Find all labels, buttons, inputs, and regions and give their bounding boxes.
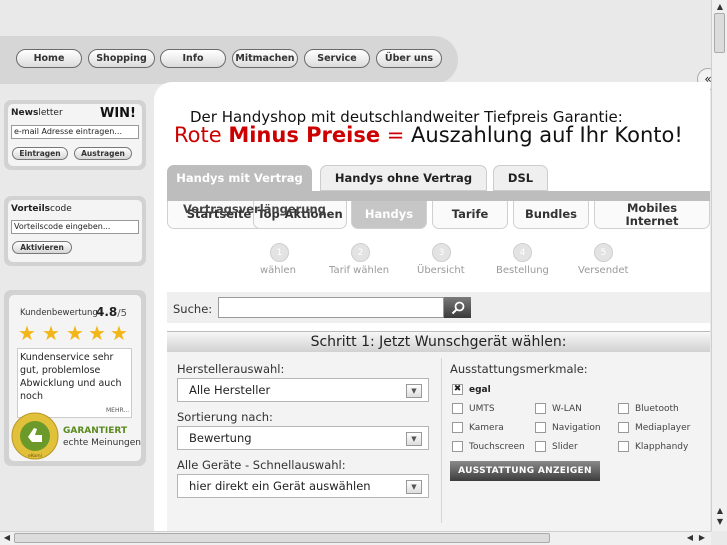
- star-icon: ★: [88, 321, 106, 345]
- star-icon: ★: [42, 321, 60, 345]
- step-2-label: Tarif wählen: [329, 265, 390, 276]
- step-3-label: Übersicht: [417, 265, 465, 276]
- step-1-circle: 1: [270, 243, 289, 262]
- search-label: Suche:: [173, 302, 213, 316]
- review-text: Kundenservice sehr gut, problemlose Abwi…: [20, 352, 122, 402]
- voucher-title: Vorteilscode: [11, 204, 72, 214]
- sort-select[interactable]: Bewertung ▼: [177, 426, 429, 450]
- horizontal-scrollbar[interactable]: ◀ ◀ ▶: [0, 531, 711, 545]
- feature-bluetooth-checkbox[interactable]: [618, 403, 629, 414]
- feature-kamera-checkbox[interactable]: [452, 422, 463, 433]
- rating-score: 4.8/5: [96, 305, 127, 319]
- quick-select-label: Alle Geräte - Schnellauswahl:: [177, 458, 346, 472]
- features-label: Ausstattungsmerkmale:: [450, 362, 588, 376]
- headline-promo: Rote Minus Preise = Auszahlung auf Ihr K…: [174, 123, 683, 147]
- feature-navigation-label: Navigation: [552, 423, 601, 433]
- sort-label: Sortierung nach:: [177, 410, 273, 424]
- tab-handys-mit-vertrag[interactable]: Handys mit Vertrag: [167, 165, 312, 191]
- chevron-down-icon: ▼: [406, 480, 422, 494]
- quick-select-value: hier direkt ein Gerät auswählen: [189, 479, 371, 493]
- feature-egal-checkbox[interactable]: ✖: [452, 384, 463, 395]
- ekomi-seal-icon: eKomi: [11, 412, 59, 460]
- manufacturer-label: Herstellerauswahl:: [177, 362, 285, 376]
- feature-klapphandy-checkbox[interactable]: [618, 441, 629, 452]
- star-icon: ★: [66, 321, 84, 345]
- newsletter-email-input[interactable]: e-mail Adresse eintragen...: [11, 125, 139, 139]
- svg-text:eKomi: eKomi: [28, 453, 42, 459]
- feature-egal-label: egal: [469, 385, 491, 395]
- step-title: Schritt 1: Jetzt Wunschgerät wählen:: [167, 331, 710, 353]
- subtab-handys[interactable]: Handys: [351, 201, 427, 229]
- tab-handys-ohne-vertrag[interactable]: Handys ohne Vertrag: [320, 165, 487, 191]
- vertical-scrollbar[interactable]: ▲ ▲ ▼: [711, 0, 727, 531]
- step-3-circle: 3: [432, 243, 451, 262]
- feature-touchscreen-label: Touchscreen: [469, 442, 525, 452]
- step-2-circle: 2: [351, 243, 370, 262]
- step-5-label: Versendet: [578, 265, 629, 276]
- voucher-activate-button[interactable]: Aktivieren: [12, 241, 72, 254]
- step-1-label: wählen: [260, 265, 296, 276]
- search-icon: [451, 301, 464, 314]
- star-icon: ★: [18, 321, 36, 345]
- feature-wlan-checkbox[interactable]: [535, 403, 546, 414]
- vertical-scroll-thumb[interactable]: [714, 13, 725, 53]
- feature-slider-checkbox[interactable]: [535, 441, 546, 452]
- manufacturer-select[interactable]: Alle Hersteller ▼: [177, 378, 429, 402]
- newsletter-subscribe-button[interactable]: Eintragen: [12, 147, 68, 160]
- real-opinions-text: echte Meinungen: [63, 438, 141, 448]
- nav-shopping-button[interactable]: Shopping: [88, 49, 155, 68]
- review-more-link[interactable]: MEHR...: [106, 407, 129, 414]
- scroll-up-icon[interactable]: ▲: [715, 506, 725, 516]
- voucher-code-input[interactable]: Vorteilscode eingeben...: [11, 220, 139, 234]
- feature-umts-checkbox[interactable]: [452, 403, 463, 414]
- search-input[interactable]: [218, 297, 444, 318]
- feature-mediaplayer-label: Mediaplayer: [635, 423, 691, 433]
- star-icon: ★: [110, 321, 128, 345]
- newsletter-box: Newsletter WIN! e-mail Adresse eintragen…: [4, 100, 146, 170]
- tab-bar: [167, 191, 710, 201]
- chevron-down-icon: ▼: [406, 384, 422, 398]
- scroll-down-icon[interactable]: ▼: [715, 517, 725, 527]
- subtab-vertragsverlaengerung[interactable]: Vertragsverlängerung: [183, 202, 326, 216]
- feature-umts-label: UMTS: [469, 404, 495, 414]
- nav-service-button[interactable]: Service: [304, 49, 370, 68]
- filter-divider: [441, 358, 442, 523]
- chevron-down-icon: ▼: [406, 432, 422, 446]
- feature-mediaplayer-checkbox[interactable]: [618, 422, 629, 433]
- newsletter-win: WIN!: [100, 106, 136, 121]
- scroll-left-icon[interactable]: ◀: [2, 533, 12, 543]
- feature-slider-label: Slider: [552, 442, 578, 452]
- feature-bluetooth-label: Bluetooth: [635, 404, 679, 414]
- nav-info-button[interactable]: Info: [160, 49, 226, 68]
- nav-ueber-uns-button[interactable]: Über uns: [376, 49, 442, 68]
- feature-wlan-label: W-LAN: [552, 404, 582, 414]
- horizontal-scroll-thumb[interactable]: [14, 533, 550, 543]
- subtab-tarife[interactable]: Tarife: [432, 201, 508, 229]
- subtab-bundles[interactable]: Bundles: [513, 201, 589, 229]
- step-5-circle: 5: [594, 243, 613, 262]
- scroll-right-icon[interactable]: ▶: [697, 533, 707, 543]
- rating-label: Kundenbewertung: [20, 308, 98, 318]
- nav-home-button[interactable]: Home: [16, 49, 82, 68]
- newsletter-title: Newsletter: [11, 108, 63, 118]
- step-4-circle: 4: [513, 243, 532, 262]
- feature-kamera-label: Kamera: [469, 423, 504, 433]
- tab-dsl[interactable]: DSL: [493, 165, 548, 191]
- nav-mitmachen-button[interactable]: Mitmachen: [232, 49, 298, 68]
- feature-klapphandy-label: Klapphandy: [635, 442, 689, 452]
- search-button[interactable]: [444, 297, 471, 318]
- scroll-left-icon[interactable]: ◀: [685, 533, 695, 543]
- quick-select[interactable]: hier direkt ein Gerät auswählen ▼: [177, 474, 429, 498]
- newsletter-unsubscribe-button[interactable]: Austragen: [74, 147, 132, 160]
- voucher-box: Vorteilscode Vorteilscode eingeben... Ak…: [4, 196, 146, 266]
- show-features-button[interactable]: AUSSTATTUNG ANZEIGEN: [450, 461, 600, 481]
- scroll-up-icon[interactable]: ▲: [715, 2, 725, 12]
- feature-navigation-checkbox[interactable]: [535, 422, 546, 433]
- manufacturer-value: Alle Hersteller: [189, 383, 271, 397]
- subtab-mobiles-internet[interactable]: Mobiles Internet: [594, 201, 710, 229]
- guarantee-text: GARANTIERT: [63, 426, 128, 436]
- step-4-label: Bestellung: [496, 265, 549, 276]
- feature-touchscreen-checkbox[interactable]: [452, 441, 463, 452]
- sort-value: Bewertung: [189, 431, 252, 445]
